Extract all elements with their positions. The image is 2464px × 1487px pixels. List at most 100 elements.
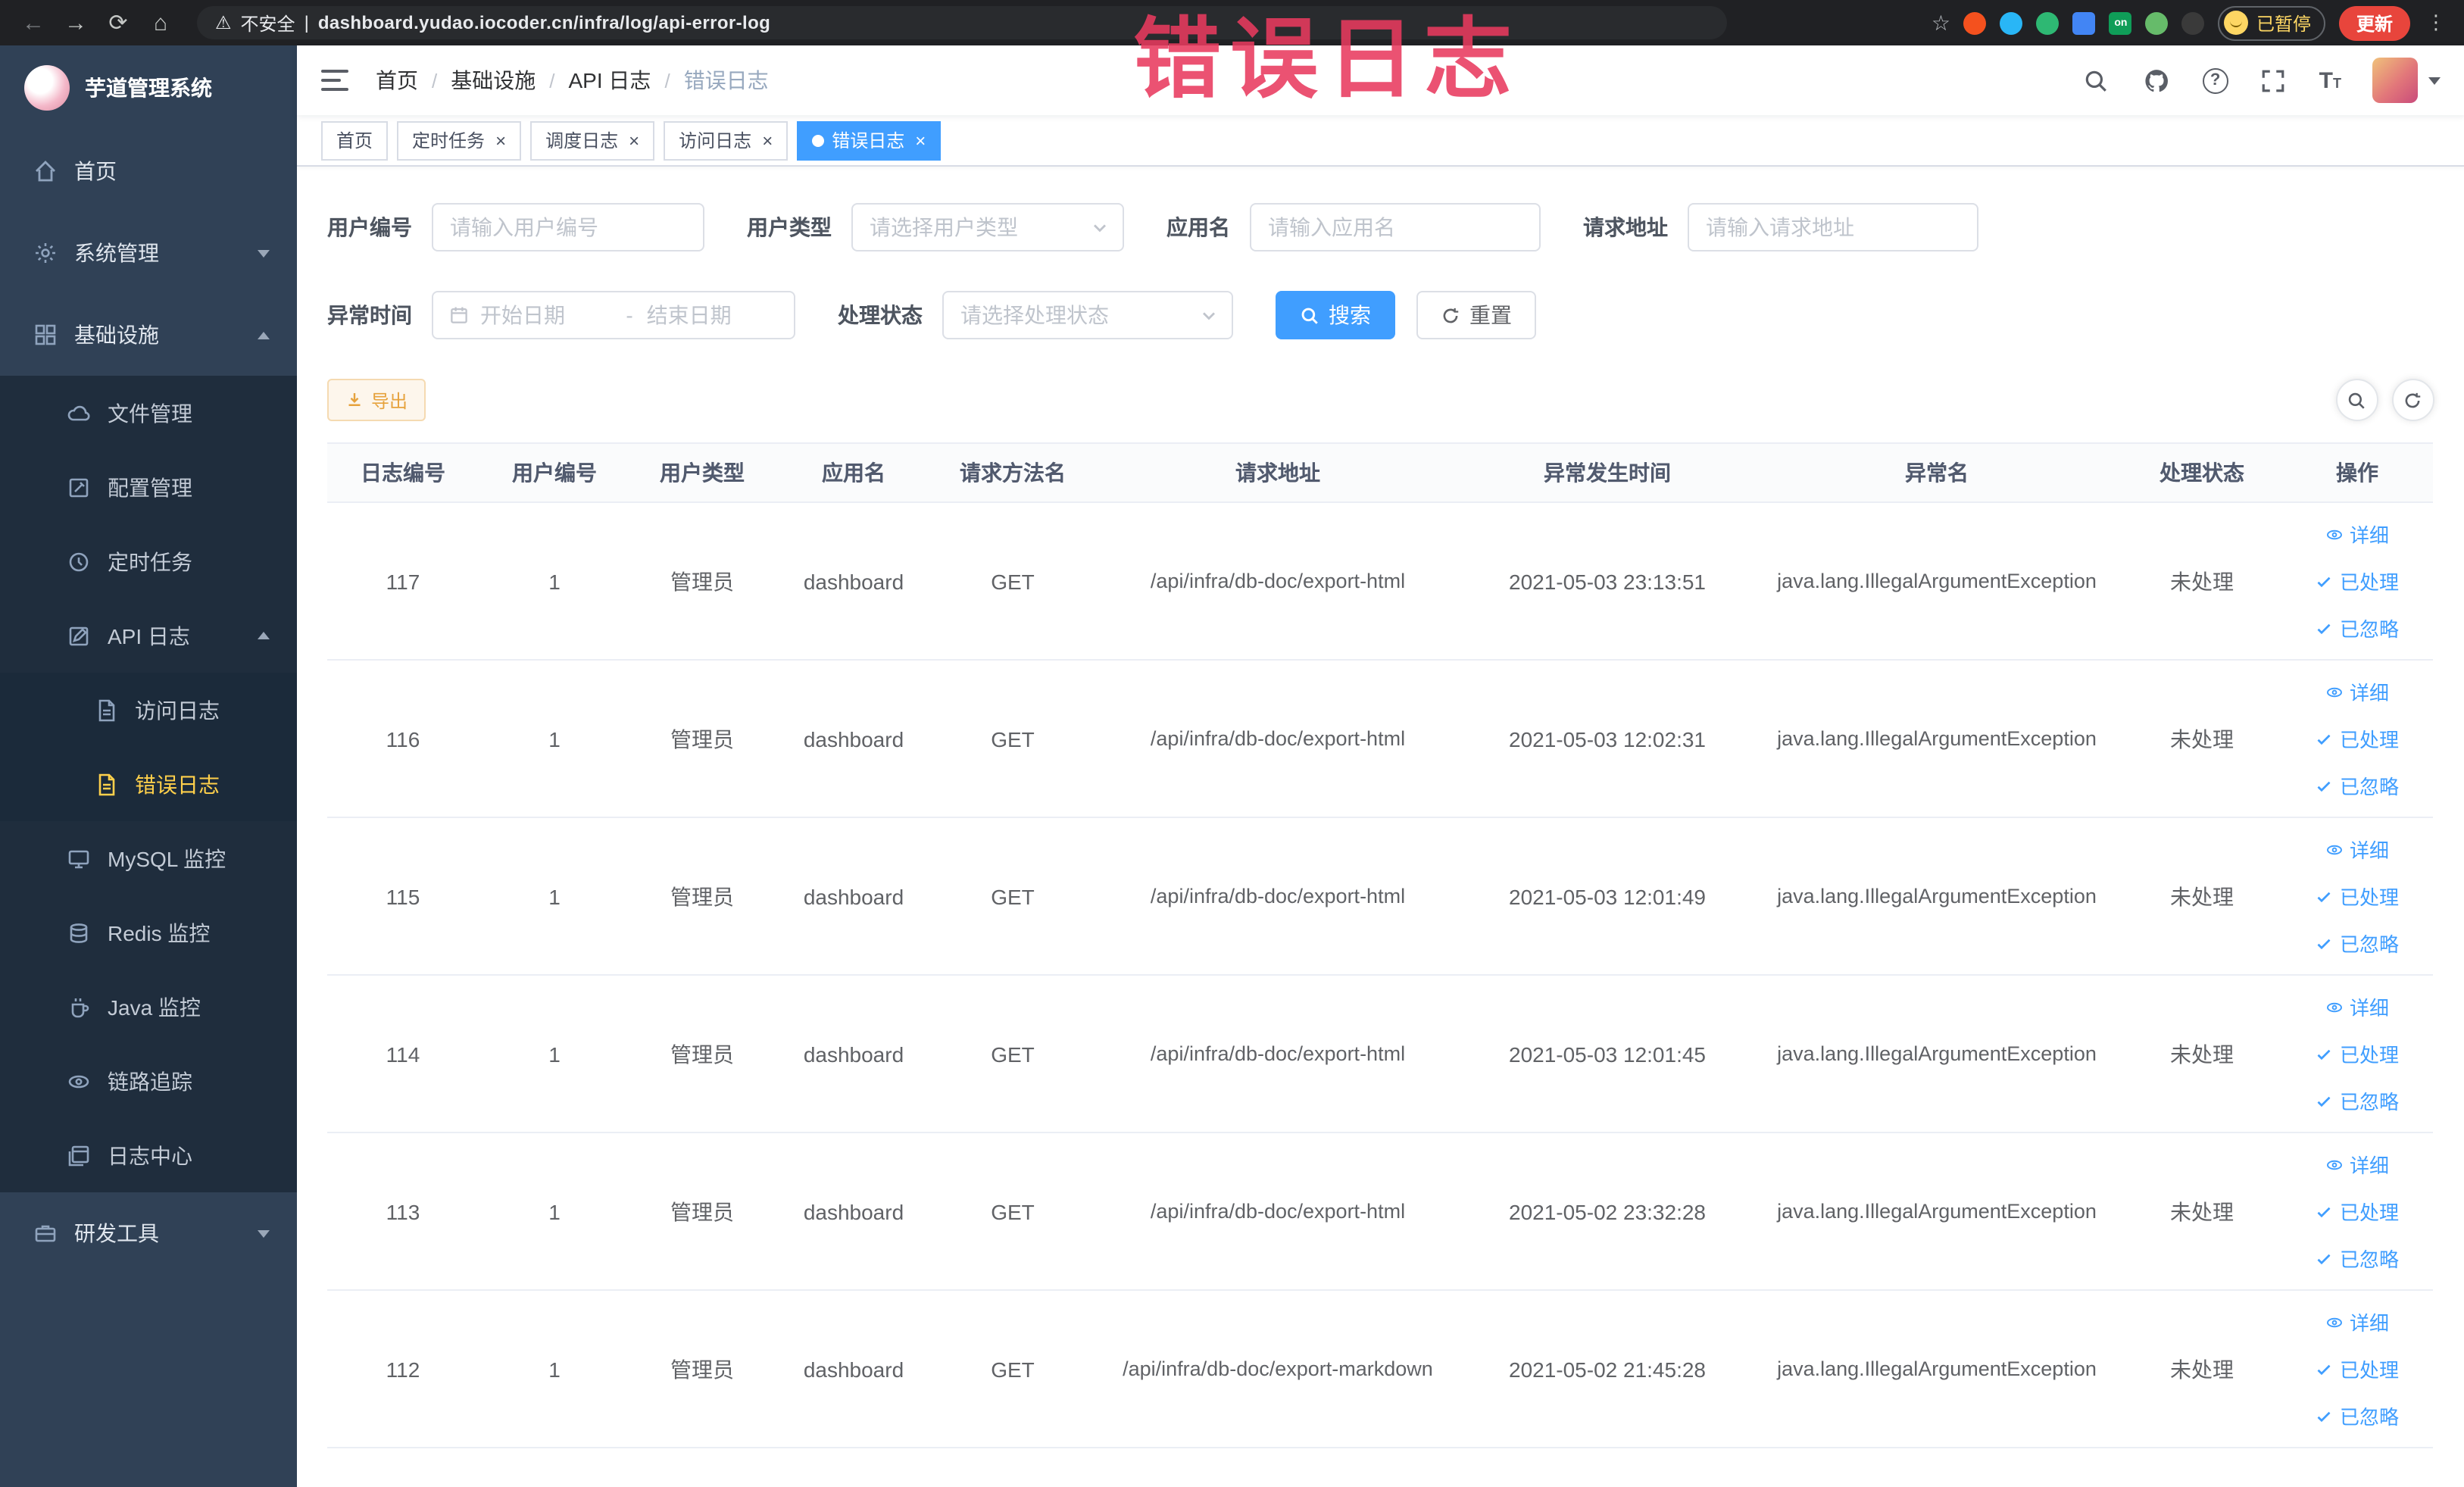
cell-user-id: 1 [548,1042,561,1066]
cell-status: 未处理 [2170,569,2234,593]
forward-icon[interactable]: → [58,5,94,41]
detail-link[interactable]: 详细 [2325,1307,2389,1336]
home-nav-icon[interactable]: ⌂ [142,5,179,41]
extension-icon-grid[interactable] [2072,11,2096,34]
detail-link[interactable]: 详细 [2325,1150,2389,1179]
date-range-picker[interactable]: 开始日期 - 结束日期 [432,291,795,339]
mark-processed-link[interactable]: 已处理 [2316,1039,2399,1068]
app-name-input[interactable] [1250,203,1541,251]
tab-scheduled-tasks[interactable]: 定时任务 × [397,120,522,160]
sidebar-item-access-log[interactable]: 访问日志 [0,673,297,747]
breadcrumb-infrastructure[interactable]: 基础设施 [451,65,536,95]
sidebar-item-api-log[interactable]: API 日志 [0,598,297,673]
col-exception-time: 异常发生时间 [1544,461,1671,485]
col-request-url: 请求地址 [1235,461,1320,485]
address-bar[interactable]: ⚠ 不安全 | dashboard.yudao.iocoder.cn/infra… [197,6,1727,39]
mark-ignored-link[interactable]: 已忽略 [2316,1244,2399,1273]
help-icon[interactable]: ? [2202,67,2228,93]
extension-icon-tampermonkey[interactable] [2181,11,2205,34]
mark-ignored-link[interactable]: 已忽略 [2316,1086,2399,1115]
detail-link[interactable]: 详细 [2325,835,2389,864]
sidebar-item-error-log[interactable]: 错误日志 [0,747,297,821]
chevron-up-icon [258,632,270,639]
mark-processed-link[interactable]: 已处理 [2316,567,2399,595]
app-logo[interactable]: 芋道管理系统 [0,45,297,130]
sidebar-item-trace[interactable]: 链路追踪 [0,1044,297,1118]
check-icon [2318,1364,2331,1375]
bookmark-star-icon[interactable]: ☆ [1932,10,1950,36]
cell-log-id: 113 [386,1199,420,1223]
log-center-icon [67,1143,91,1167]
filter-app-name: 应用名 [1166,203,1541,251]
sidebar-item-config-mgmt[interactable]: 配置管理 [0,450,297,524]
reload-icon[interactable]: ⟳ [100,5,136,41]
font-size-icon[interactable]: TT [2319,69,2341,92]
sidebar-item-home[interactable]: 首页 [0,130,297,212]
mark-ignored-link[interactable]: 已忽略 [2316,614,2399,642]
fullscreen-icon[interactable] [2259,65,2289,95]
search-button[interactable]: 搜索 [1276,291,1395,339]
user-avatar[interactable] [2372,58,2440,103]
sidebar-item-system-mgmt[interactable]: 系统管理 [0,212,297,294]
table-row: 116 1 管理员 dashboard GET /api/infra/db-do… [327,661,2433,818]
tab-label: 调度日志 [545,130,619,152]
extension-icon-orange[interactable] [1963,11,1987,34]
close-icon[interactable]: × [629,131,639,149]
profile-paused-badge[interactable]: 已暂停 [2218,5,2326,40]
mark-processed-link[interactable]: 已处理 [2316,882,2399,911]
tab-access-log[interactable]: 访问日志 × [664,120,789,160]
chrome-update-button[interactable]: 更新 [2339,5,2409,40]
sidebar-item-infrastructure[interactable]: 基础设施 [0,294,297,376]
extension-icon-leaf[interactable] [2145,11,2169,34]
detail-link[interactable]: 详细 [2325,677,2389,706]
user-id-input[interactable] [432,203,704,251]
tab-home[interactable]: 首页 [321,120,389,160]
sidebar-item-scheduled-tasks[interactable]: 定时任务 [0,524,297,598]
breadcrumb-api-log[interactable]: API 日志 [569,65,651,95]
detail-link[interactable]: 详细 [2325,520,2389,548]
mark-processed-link[interactable]: 已处理 [2316,1354,2399,1383]
sidebar-item-redis-monitor[interactable]: Redis 监控 [0,895,297,970]
sidebar-item-java-monitor[interactable]: Java 监控 [0,970,297,1044]
sidebar-item-mysql-monitor[interactable]: MySQL 监控 [0,821,297,895]
cell-exception-name: java.lang.IllegalArgumentException [1777,885,2097,908]
extension-icon-on-badge[interactable]: on [2109,11,2132,34]
reset-button[interactable]: 重置 [1416,291,1536,339]
tab-error-log[interactable]: 错误日志 × [797,120,942,160]
eye-icon [2326,844,2342,854]
extension-icon-blue[interactable] [2000,11,2023,34]
table-row: 114 1 管理员 dashboard GET /api/infra/db-do… [327,976,2433,1133]
access-log-icon [94,698,118,722]
tab-schedule-log[interactable]: 调度日志 × [530,120,655,160]
cell-request-url: /api/infra/db-doc/export-markdown [1123,1357,1433,1380]
sidebar-item-devtools[interactable]: 研发工具 [0,1192,297,1274]
cell-exception-name: java.lang.IllegalArgumentException [1777,1200,2097,1223]
close-icon[interactable]: × [915,131,926,149]
sidebar-item-file-mgmt[interactable]: 文件管理 [0,376,297,450]
mark-processed-link[interactable]: 已处理 [2316,724,2399,753]
close-icon[interactable]: × [495,131,506,149]
export-button[interactable]: 导出 [327,379,426,421]
request-url-input[interactable] [1688,203,1978,251]
extension-icon-green[interactable] [2036,11,2060,34]
user-type-select[interactable] [851,203,1124,251]
refresh-table-button[interactable] [2391,379,2434,421]
breadcrumb-home[interactable]: 首页 [376,65,418,95]
mark-processed-link[interactable]: 已处理 [2316,1197,2399,1226]
process-status-select[interactable] [942,291,1233,339]
active-dot [812,134,825,146]
cell-log-id: 116 [386,726,420,751]
search-icon[interactable] [2081,65,2112,95]
detail-link[interactable]: 详细 [2325,992,2389,1021]
sidebar-item-log-center[interactable]: 日志中心 [0,1118,297,1192]
mark-ignored-link[interactable]: 已忽略 [2316,1401,2399,1430]
github-icon[interactable] [2142,65,2172,95]
mark-ignored-link[interactable]: 已忽略 [2316,929,2399,957]
sidebar-collapse-icon[interactable] [321,70,348,91]
cell-method: GET [991,884,1035,908]
chrome-menu-icon[interactable]: ⋮ [2423,11,2449,35]
mark-ignored-link[interactable]: 已忽略 [2316,771,2399,800]
toggle-search-button[interactable] [2335,379,2378,421]
close-icon[interactable]: × [762,131,773,149]
back-icon[interactable]: ← [15,5,52,41]
